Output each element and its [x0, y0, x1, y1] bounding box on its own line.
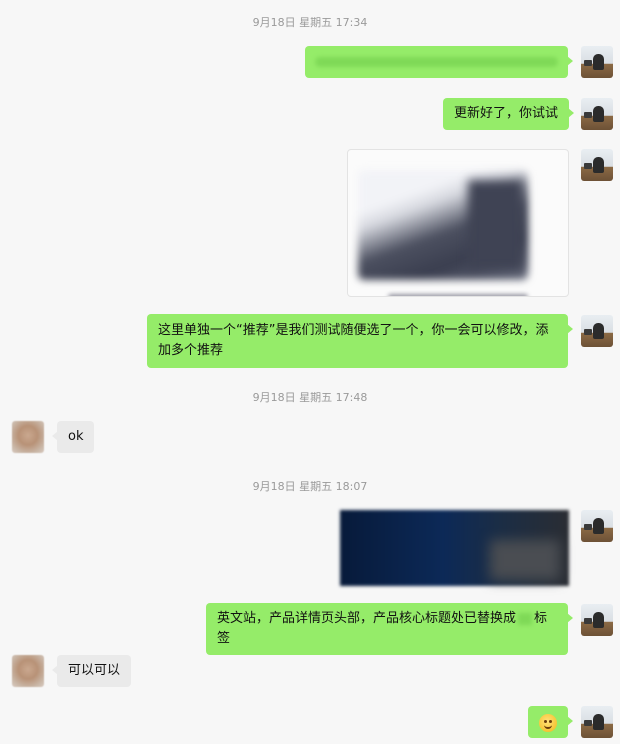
- message-bubble[interactable]: ok: [51, 421, 95, 453]
- blurred-text: [315, 57, 558, 67]
- message-bubble-blurred[interactable]: [305, 46, 573, 78]
- self-avatar[interactable]: [581, 706, 613, 738]
- blurred-caption: [388, 294, 528, 296]
- blurred-region: [468, 180, 523, 270]
- blurred-text: [518, 612, 533, 625]
- self-avatar[interactable]: [581, 98, 613, 130]
- emoji-mouth: [544, 723, 552, 729]
- self-avatar[interactable]: [581, 315, 613, 347]
- blurred-region: [490, 540, 560, 580]
- message-bubble[interactable]: 可以可以: [51, 655, 132, 687]
- message-bubble[interactable]: 更新好了，你试试: [443, 98, 575, 130]
- message-bubble[interactable]: [528, 706, 573, 738]
- image-message[interactable]: [340, 510, 569, 586]
- message-text: 英文站，产品详情页头部，产品核心标题处已替换成: [217, 611, 517, 626]
- contact-avatar[interactable]: [12, 421, 44, 453]
- self-avatar[interactable]: [581, 604, 613, 636]
- self-avatar[interactable]: [581, 46, 613, 78]
- smile-emoji-icon: [539, 713, 557, 732]
- message-bubble[interactable]: 英文站，产品详情页头部，产品核心标题处已替换成 标签: [206, 603, 573, 655]
- timestamp: 9月18日 星期五 18:07: [252, 480, 368, 493]
- self-avatar[interactable]: [581, 149, 613, 181]
- timestamp: 9月18日 星期五 17:34: [252, 16, 368, 29]
- image-message[interactable]: [347, 149, 569, 297]
- contact-avatar[interactable]: [12, 655, 44, 687]
- message-bubble[interactable]: 这里单独一个“推荐”是我们测试随便选了一个，你一会可以修改，添加多个推荐: [147, 314, 573, 368]
- timestamp: 9月18日 星期五 17:48: [252, 391, 368, 404]
- self-avatar[interactable]: [581, 510, 613, 542]
